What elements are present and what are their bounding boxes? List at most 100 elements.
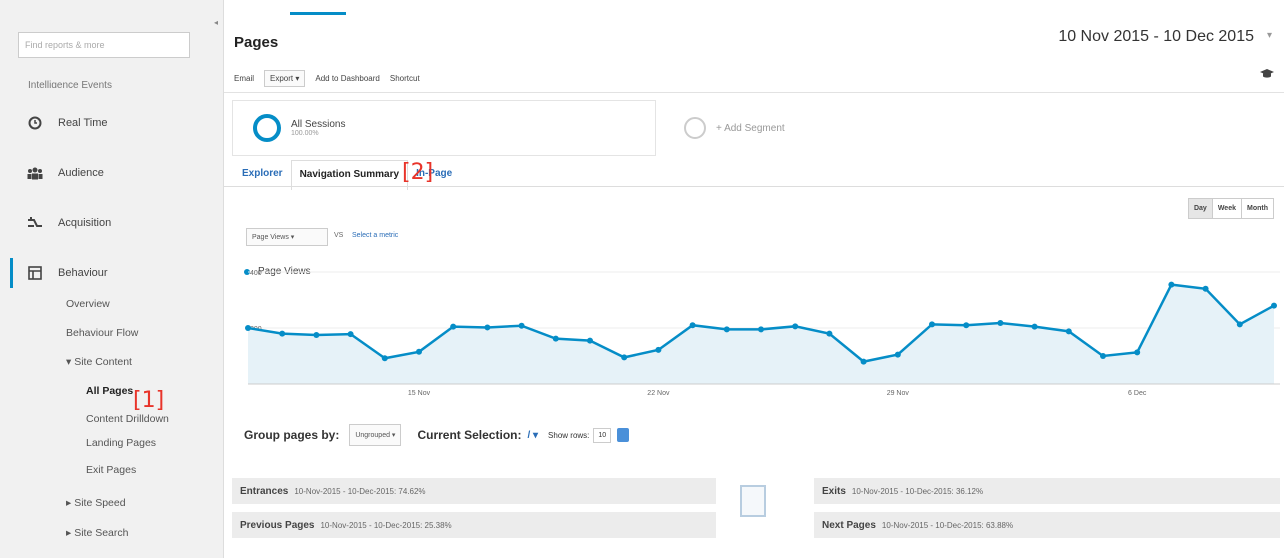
data-point — [1236, 321, 1243, 328]
sidebar-item-intelligence-events[interactable]: Intelligence Events — [28, 80, 198, 88]
sidebar-item-overview[interactable]: Overview — [66, 298, 110, 310]
acquisition-icon — [26, 214, 44, 232]
sidebar-item-all-pages[interactable]: All Pages — [86, 385, 133, 397]
x-tick-label: 22 Nov — [647, 390, 670, 397]
next-pages-value: 10-Nov-2015 - 10-Dec-2015: 63.88% — [881, 520, 1014, 530]
sidebar: Find reports & more ◂ Intelligence Event… — [0, 0, 224, 558]
data-point — [484, 324, 491, 331]
divider — [224, 92, 1284, 93]
entrances-row[interactable]: Entrances 10-Nov-2015 - 10-Dec-2015: 74.… — [232, 478, 716, 504]
sidebar-item-behaviour-flow[interactable]: Behaviour Flow — [66, 327, 138, 339]
show-rows-stepper[interactable] — [617, 428, 630, 442]
segment-all-sessions[interactable]: All Sessions 100.00% — [232, 100, 656, 156]
sidebar-item-landing-pages[interactable]: Landing Pages — [86, 437, 156, 449]
top-accent-bar — [290, 12, 346, 15]
next-pages-label: Next Pages — [822, 519, 876, 531]
grain-month-button[interactable]: Month — [1241, 199, 1273, 218]
x-tick-label: 15 Nov — [408, 390, 431, 397]
data-point — [1134, 349, 1141, 356]
current-selection-value[interactable]: / ▾ — [527, 430, 538, 441]
page-views-line-chart[interactable]: 40020015 Nov22 Nov29 Nov6 Dec — [224, 268, 1284, 410]
data-point — [1100, 353, 1106, 359]
add-to-dashboard-button[interactable]: Add to Dashboard — [315, 72, 380, 85]
metric-select[interactable]: Page Views ▾ — [246, 228, 328, 246]
sidebar-item-site-content[interactable]: ▾ Site Content — [66, 356, 132, 368]
grain-day-button[interactable]: Day — [1188, 199, 1212, 218]
sidebar-item-audience[interactable]: Audience — [26, 164, 104, 182]
sidebar-item-label: Behaviour — [58, 267, 108, 279]
data-point — [416, 348, 422, 355]
data-point — [894, 351, 901, 358]
data-point — [963, 322, 970, 329]
page-title: Pages — [234, 34, 279, 51]
clock-icon — [26, 114, 44, 132]
email-button[interactable]: Email — [234, 72, 254, 85]
annotation-marker-1: [1] — [133, 388, 165, 413]
chevron-down-icon[interactable]: ▾ — [1267, 30, 1272, 41]
sidebar-item-label: Acquisition — [58, 217, 112, 229]
previous-pages-value: 10-Nov-2015 - 10-Dec-2015: 25.38% — [320, 520, 452, 530]
graduation-cap-icon[interactable] — [1260, 68, 1274, 78]
x-tick-label: 29 Nov — [887, 390, 910, 397]
data-point — [279, 330, 286, 337]
shortcut-button[interactable]: Shortcut — [390, 72, 420, 85]
y-tick-label: 400 — [250, 270, 262, 277]
exits-value: 10-Nov-2015 - 10-Dec-2015: 36.12% — [851, 486, 984, 496]
data-point — [997, 319, 1004, 326]
data-point — [518, 322, 525, 329]
previous-pages-label: Previous Pages — [240, 519, 315, 531]
show-rows-select[interactable]: 10 — [593, 427, 612, 443]
grain-week-button[interactable]: Week — [1211, 199, 1241, 218]
sidebar-item-site-search[interactable]: ▸ Site Search — [66, 527, 128, 539]
sidebar-item-label: Real Time — [58, 117, 108, 129]
export-button[interactable]: Export ▾ — [264, 70, 306, 87]
data-point — [245, 325, 251, 331]
data-point — [792, 323, 799, 330]
segment-percentage: 100.00% — [291, 130, 319, 137]
data-point — [860, 358, 867, 365]
sidebar-item-real-time[interactable]: Real Time — [26, 114, 108, 132]
group-by-label: Group pages by: — [244, 428, 340, 442]
entrances-value: 10-Nov-2015 - 10-Dec-2015: 74.62% — [294, 486, 426, 496]
add-segment-label: + Add Segment — [716, 122, 785, 134]
behaviour-icon — [26, 264, 44, 282]
data-point — [826, 330, 833, 337]
select-metric-link[interactable]: Select a metric — [352, 232, 398, 239]
data-point — [1202, 285, 1209, 292]
entrances-label: Entrances — [240, 485, 289, 497]
add-segment-button[interactable]: + Add Segment — [664, 100, 1080, 156]
previous-pages-row[interactable]: Previous Pages 10-Nov-2015 - 10-Dec-2015… — [232, 512, 716, 538]
data-point — [347, 331, 354, 338]
exits-row[interactable]: Exits 10-Nov-2015 - 10-Dec-2015: 36.12% — [814, 478, 1280, 504]
data-point — [1168, 281, 1175, 288]
search-input[interactable]: Find reports & more — [18, 32, 190, 58]
active-section-indicator — [10, 258, 13, 288]
report-toolbar: Email Export ▾ Add to Dashboard Shortcut — [234, 70, 420, 87]
data-point — [689, 322, 696, 329]
date-range-picker[interactable]: 10 Nov 2015 - 10 Dec 2015 — [1058, 28, 1254, 46]
sidebar-item-label: Audience — [58, 167, 104, 179]
main-content: Pages 10 Nov 2015 - 10 Dec 2015 ▾ Email … — [224, 0, 1284, 558]
sidebar-item-site-speed[interactable]: ▸ Site Speed — [66, 497, 126, 509]
sidebar-item-exit-pages[interactable]: Exit Pages — [86, 464, 136, 476]
data-point — [1031, 323, 1038, 330]
data-point — [1271, 302, 1277, 309]
group-by-select[interactable]: Ungrouped ▾ — [349, 424, 402, 446]
sidebar-item-content-drilldown[interactable]: Content Drilldown — [86, 413, 169, 425]
next-pages-row[interactable]: Next Pages 10-Nov-2015 - 10-Dec-2015: 63… — [814, 512, 1280, 538]
add-segment-ring-icon — [684, 117, 706, 139]
x-tick-label: 6 Dec — [1128, 390, 1147, 397]
grouping-controls: Group pages by: Ungrouped ▾ Current Sele… — [244, 424, 630, 446]
data-point — [723, 326, 730, 333]
data-point — [758, 326, 764, 333]
data-point — [1065, 328, 1072, 335]
sidebar-item-acquisition[interactable]: Acquisition — [26, 214, 111, 232]
data-point — [587, 337, 593, 344]
segment-name: All Sessions — [291, 119, 346, 130]
collapse-sidebar-icon[interactable]: ◂ — [214, 18, 218, 27]
sidebar-item-behaviour[interactable]: Behaviour — [26, 264, 108, 282]
data-point — [313, 332, 320, 338]
data-point — [552, 335, 559, 342]
exits-label: Exits — [822, 485, 846, 497]
show-rows-label: Show rows: — [548, 430, 590, 440]
